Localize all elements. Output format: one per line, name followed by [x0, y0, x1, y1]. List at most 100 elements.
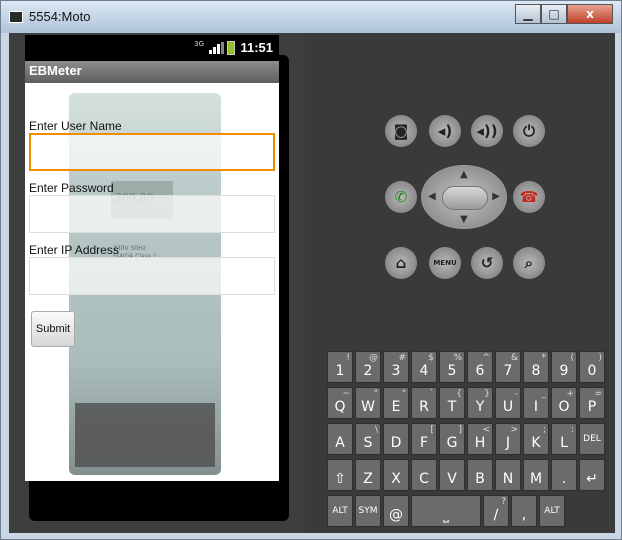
key-label: @ [389, 507, 403, 523]
minimize-button[interactable]: ▁ [515, 4, 541, 24]
key-label: F [419, 435, 429, 451]
key-u[interactable]: U- [495, 387, 521, 419]
password-label: Enter Password [29, 181, 114, 195]
close-button[interactable]: x [567, 4, 613, 24]
dpad-center-button[interactable] [442, 186, 488, 210]
back-button[interactable]: ↺ [471, 247, 503, 279]
key-alt-label: = [594, 389, 602, 399]
key-0[interactable]: 0) [579, 351, 605, 383]
dpad[interactable]: ▲ ▼ ◀ ▶ [421, 165, 507, 229]
password-field[interactable] [29, 195, 275, 233]
key-.[interactable]: . [551, 459, 577, 491]
key-j[interactable]: J > [495, 423, 521, 455]
dpad-right-icon[interactable]: ▶ [492, 191, 500, 202]
key-label: G [446, 435, 458, 451]
key-7[interactable]: 7 & [495, 351, 521, 383]
title-bar: 5554:Moto ▁ □ x [1, 1, 621, 33]
network-type: 3G [194, 40, 204, 48]
key-label: H [474, 435, 486, 451]
key-9[interactable]: 9( [551, 351, 577, 383]
key-label: Y [475, 399, 485, 415]
key-o[interactable]: O + [551, 387, 577, 419]
key-label: / [493, 507, 499, 523]
key-label: B [475, 471, 485, 487]
home-icon: ⌂ [395, 254, 407, 272]
key-b[interactable]: B [467, 459, 493, 491]
username-field[interactable] [29, 133, 275, 171]
power-button[interactable]: ⏻ [513, 115, 545, 147]
key-r[interactable]: R ` [411, 387, 437, 419]
key-p[interactable]: P = [579, 387, 605, 419]
key-q[interactable]: Q ~ [327, 387, 353, 419]
key-⇧[interactable]: ⇧ [327, 459, 353, 491]
key-↵[interactable]: ↵ [579, 459, 605, 491]
key-alt-label: " [373, 389, 378, 399]
key-y[interactable]: Y} [467, 387, 493, 419]
key-alt-label: ] [458, 425, 462, 435]
key-label: X [391, 471, 401, 487]
volume-down-button[interactable]: ◂) [429, 115, 461, 147]
key-label: 1 [335, 363, 345, 379]
hang-up-icon: ☎ [519, 188, 539, 206]
key-t[interactable]: T{ [439, 387, 465, 419]
key-i[interactable]: I _ [523, 387, 549, 419]
key-k[interactable]: K; [523, 423, 549, 455]
key-label: M [529, 471, 543, 487]
key-x[interactable]: X [383, 459, 409, 491]
hardware-controls-panel: ◙ ◂) ◂)) ⏻ ✆ ▲ ▼ ◀ ▶ ☎ ⌂ MENU ↺ ⌕ 1! 2 @3 #… [305, 33, 615, 533]
dpad-up-icon[interactable]: ▲ [460, 169, 468, 180]
window-controls: ▁ □ x [515, 4, 613, 24]
end-call-button[interactable]: ☎ [513, 181, 545, 213]
key-5[interactable]: 5% [439, 351, 465, 383]
meter-terminal-block [75, 403, 215, 467]
key-@[interactable]: @ [383, 495, 409, 527]
key-w[interactable]: W " [355, 387, 381, 419]
key-2[interactable]: 2 @ [355, 351, 381, 383]
key-alt-label: { [456, 389, 462, 399]
key-6[interactable]: 6 ^ [467, 351, 493, 383]
maximize-button[interactable]: □ [541, 4, 567, 24]
key-/[interactable]: /? [483, 495, 509, 527]
key-label: ⇧ [334, 471, 346, 487]
home-button[interactable]: ⌂ [385, 247, 417, 279]
ip-address-field[interactable] [29, 257, 275, 295]
key-alt-label: ` [429, 389, 435, 399]
key-e[interactable]: E " [383, 387, 409, 419]
call-button[interactable]: ✆ [385, 181, 417, 213]
key-label: SYM [358, 506, 378, 516]
key-8[interactable]: 8 * [523, 351, 549, 383]
volume-up-button[interactable]: ◂)) [471, 115, 503, 147]
key-alt[interactable]: ALT [327, 495, 353, 527]
key-label: DEL [583, 434, 601, 444]
key-s[interactable]: S \ [355, 423, 381, 455]
search-button[interactable]: ⌕ [513, 247, 545, 279]
submit-button[interactable]: Submit [31, 311, 75, 347]
key-l[interactable]: L: [551, 423, 577, 455]
key-f[interactable]: F[ [411, 423, 437, 455]
key-del[interactable]: DEL [579, 423, 605, 455]
key-4[interactable]: 4 $ [411, 351, 437, 383]
keyboard: 1! 2 @3 #4 $5% 6 ^ 7 & 8 * 9(0) Q ~ W " E " R ` T{Y} U - I _ O + P… [327, 351, 611, 527]
key-g[interactable]: G] [439, 423, 465, 455]
key-1[interactable]: 1! [327, 351, 353, 383]
key-c[interactable]: C [411, 459, 437, 491]
dpad-down-icon[interactable]: ▼ [460, 214, 468, 225]
key-h[interactable]: H < [467, 423, 493, 455]
key-,[interactable]: , [511, 495, 537, 527]
key-a[interactable]: A [327, 423, 353, 455]
key-3[interactable]: 3 # [383, 351, 409, 383]
key-v[interactable]: V [439, 459, 465, 491]
dpad-left-icon[interactable]: ◀ [428, 191, 436, 202]
key-space[interactable]: ⎵ [411, 495, 481, 527]
key-label: N [502, 471, 514, 487]
key-d[interactable]: D [383, 423, 409, 455]
key-m[interactable]: M [523, 459, 549, 491]
key-label: W [361, 399, 375, 415]
key-n[interactable]: N [495, 459, 521, 491]
key-z[interactable]: Z [355, 459, 381, 491]
key-alt[interactable]: ALT [539, 495, 565, 527]
key-label: 9 [559, 363, 569, 379]
menu-button[interactable]: MENU [429, 247, 461, 279]
camera-button[interactable]: ◙ [385, 115, 417, 147]
key-sym[interactable]: SYM [355, 495, 381, 527]
